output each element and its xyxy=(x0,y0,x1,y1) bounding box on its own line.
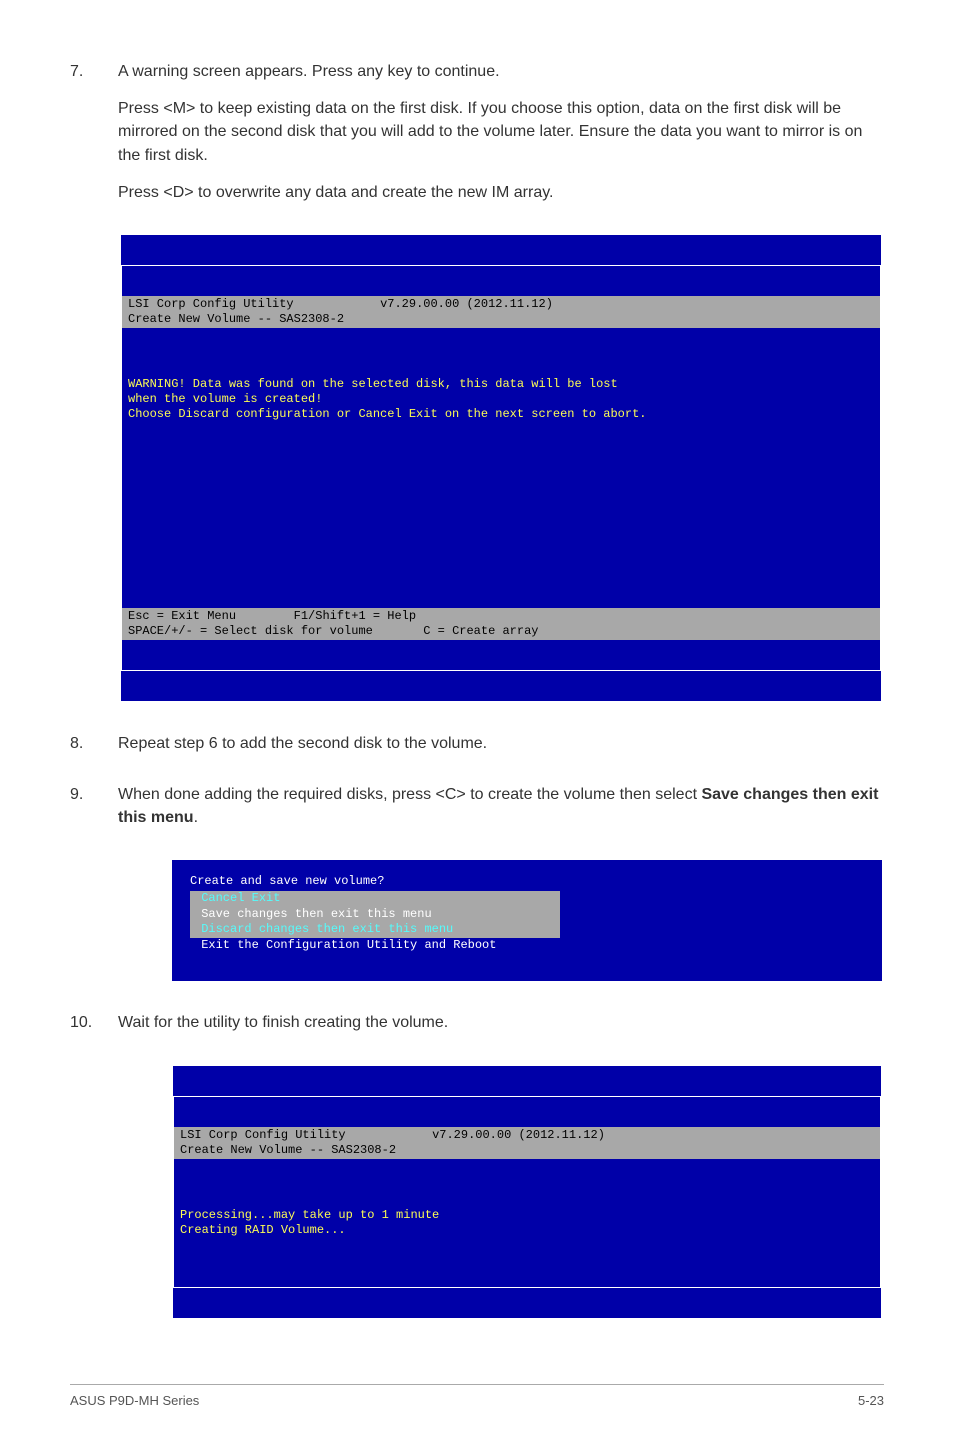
footer-esc: Esc = Exit Menu xyxy=(128,609,236,623)
step-number: 7. xyxy=(70,60,118,218)
processing-line: Processing...may take up to 1 minute xyxy=(180,1208,439,1222)
menu-option-exit-reboot: Exit the Configuration Utility and Reboo… xyxy=(190,938,560,954)
menu-option-cancel: Cancel Exit xyxy=(190,891,560,907)
footer-help: F1/Shift+1 = Help xyxy=(294,609,416,623)
step-body: Repeat step 6 to add the second disk to … xyxy=(118,732,884,769)
menu-option-discard: Discard changes then exit this menu xyxy=(190,922,560,938)
header-subtitle: Create New Volume -- SAS2308-2 xyxy=(128,312,344,326)
step-body: Wait for the utility to finish creating … xyxy=(118,1011,884,1048)
warning-line: when the volume is created! xyxy=(128,392,322,406)
step-text: Press <D> to overwrite any data and crea… xyxy=(118,181,884,204)
step-text: A warning screen appears. Press any key … xyxy=(118,60,884,83)
step-body: When done adding the required disks, pre… xyxy=(118,783,884,843)
footer-left: ASUS P9D-MH Series xyxy=(70,1393,199,1408)
footer-create: C = Create array xyxy=(423,624,538,638)
option-label: Exit the Configuration Utility and Reboo… xyxy=(201,938,496,952)
terminal-header: LSI Corp Config Utility v7.29.00.00 (201… xyxy=(174,1127,880,1159)
step-text: Wait for the utility to finish creating … xyxy=(118,1011,884,1034)
page-footer: ASUS P9D-MH Series 5-23 xyxy=(70,1384,884,1408)
terminal-body: WARNING! Data was found on the selected … xyxy=(122,358,880,578)
step-7: 7. A warning screen appears. Press any k… xyxy=(70,60,884,218)
terminal-inner: LSI Corp Config Utility v7.29.00.00 (201… xyxy=(121,265,881,671)
terminal-processing: LSI Corp Config Utility v7.29.00.00 (201… xyxy=(170,1063,884,1321)
text-fragment: . xyxy=(194,809,198,826)
header-version: v7.29.00.00 (2012.11.12) xyxy=(380,297,553,311)
step-10: 10. Wait for the utility to finish creat… xyxy=(70,1011,884,1048)
step-text: When done adding the required disks, pre… xyxy=(118,783,884,829)
processing-line: Creating RAID Volume... xyxy=(180,1223,346,1237)
footer-page-number: 5-23 xyxy=(858,1393,884,1408)
header-title: LSI Corp Config Utility xyxy=(180,1128,346,1142)
menu-option-save: Save changes then exit this menu xyxy=(190,907,560,923)
step-text: Repeat step 6 to add the second disk to … xyxy=(118,732,884,755)
option-label: Cancel Exit xyxy=(201,891,280,905)
menu-box: Create and save new volume? Cancel Exit … xyxy=(190,874,864,954)
header-subtitle: Create New Volume -- SAS2308-2 xyxy=(180,1143,396,1157)
step-text: Press <M> to keep existing data on the f… xyxy=(118,97,884,167)
terminal-inner: LSI Corp Config Utility v7.29.00.00 (201… xyxy=(173,1096,881,1288)
step-8: 8. Repeat step 6 to add the second disk … xyxy=(70,732,884,769)
step-number: 8. xyxy=(70,732,118,769)
terminal-save-menu: Create and save new volume? Cancel Exit … xyxy=(170,858,884,984)
warning-line: Choose Discard configuration or Cancel E… xyxy=(128,407,646,421)
option-label: Discard changes then exit this menu xyxy=(201,922,453,936)
warning-line: WARNING! Data was found on the selected … xyxy=(128,377,618,391)
terminal-header: LSI Corp Config Utility v7.29.00.00 (201… xyxy=(122,296,880,328)
terminal-footer: Esc = Exit Menu F1/Shift+1 = Help SPACE/… xyxy=(122,608,880,640)
header-version: v7.29.00.00 (2012.11.12) xyxy=(432,1128,605,1142)
option-label: Save changes then exit this menu xyxy=(201,907,431,921)
text-fragment: When done adding the required disks, pre… xyxy=(118,786,701,803)
terminal-warning-screen: LSI Corp Config Utility v7.29.00.00 (201… xyxy=(118,232,884,704)
step-body: A warning screen appears. Press any key … xyxy=(118,60,884,218)
menu-title: Create and save new volume? xyxy=(190,874,864,890)
document-content: 7. A warning screen appears. Press any k… xyxy=(70,60,884,1321)
footer-select: SPACE/+/- = Select disk for volume xyxy=(128,624,373,638)
step-number: 9. xyxy=(70,783,118,843)
step-9: 9. When done adding the required disks, … xyxy=(70,783,884,843)
step-number: 10. xyxy=(70,1011,118,1048)
header-title: LSI Corp Config Utility xyxy=(128,297,294,311)
terminal-body: Processing...may take up to 1 minute Cre… xyxy=(174,1189,880,1257)
